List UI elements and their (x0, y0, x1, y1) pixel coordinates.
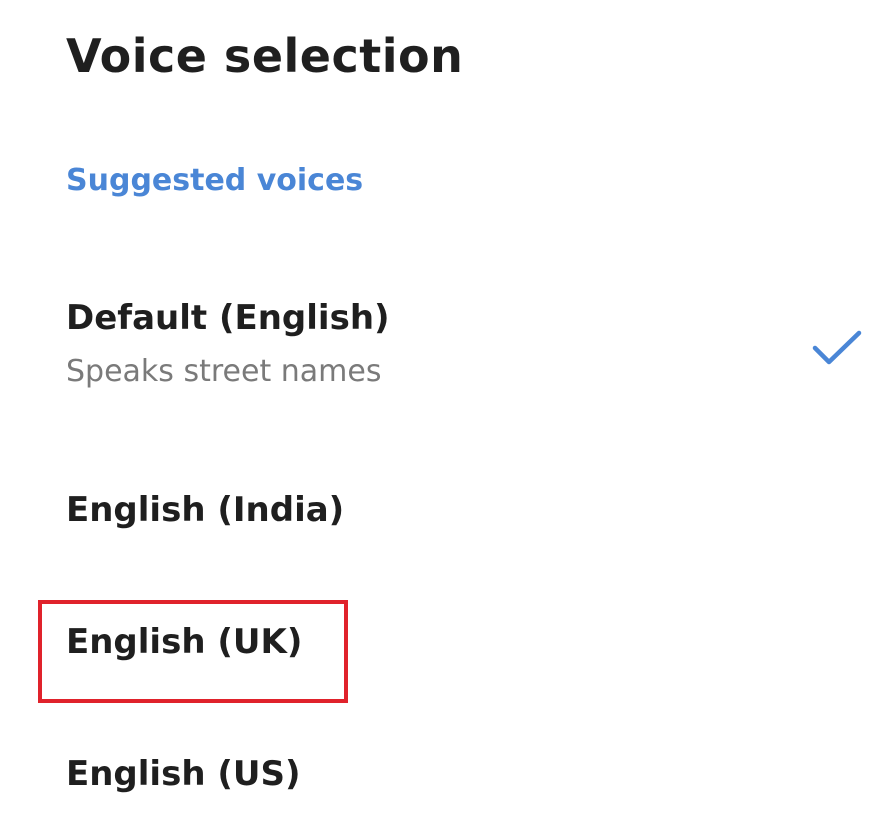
voice-option-label: Default (English) (66, 298, 390, 338)
voice-option-subtitle: Speaks street names (66, 354, 382, 389)
page-title: Voice selection (66, 29, 464, 83)
voice-option-label: English (India) (66, 490, 345, 530)
voice-option-english-uk[interactable]: English (UK) (0, 610, 878, 680)
voice-option-default-english[interactable]: Default (English) Speaks street names (0, 290, 878, 400)
voice-option-english-india[interactable]: English (India) (0, 480, 878, 550)
voice-option-english-us[interactable]: English (US) (0, 740, 878, 810)
check-icon (812, 330, 862, 365)
voice-option-label: English (UK) (66, 622, 303, 662)
voice-option-label: English (US) (66, 754, 301, 794)
section-header-suggested-voices: Suggested voices (66, 163, 364, 198)
